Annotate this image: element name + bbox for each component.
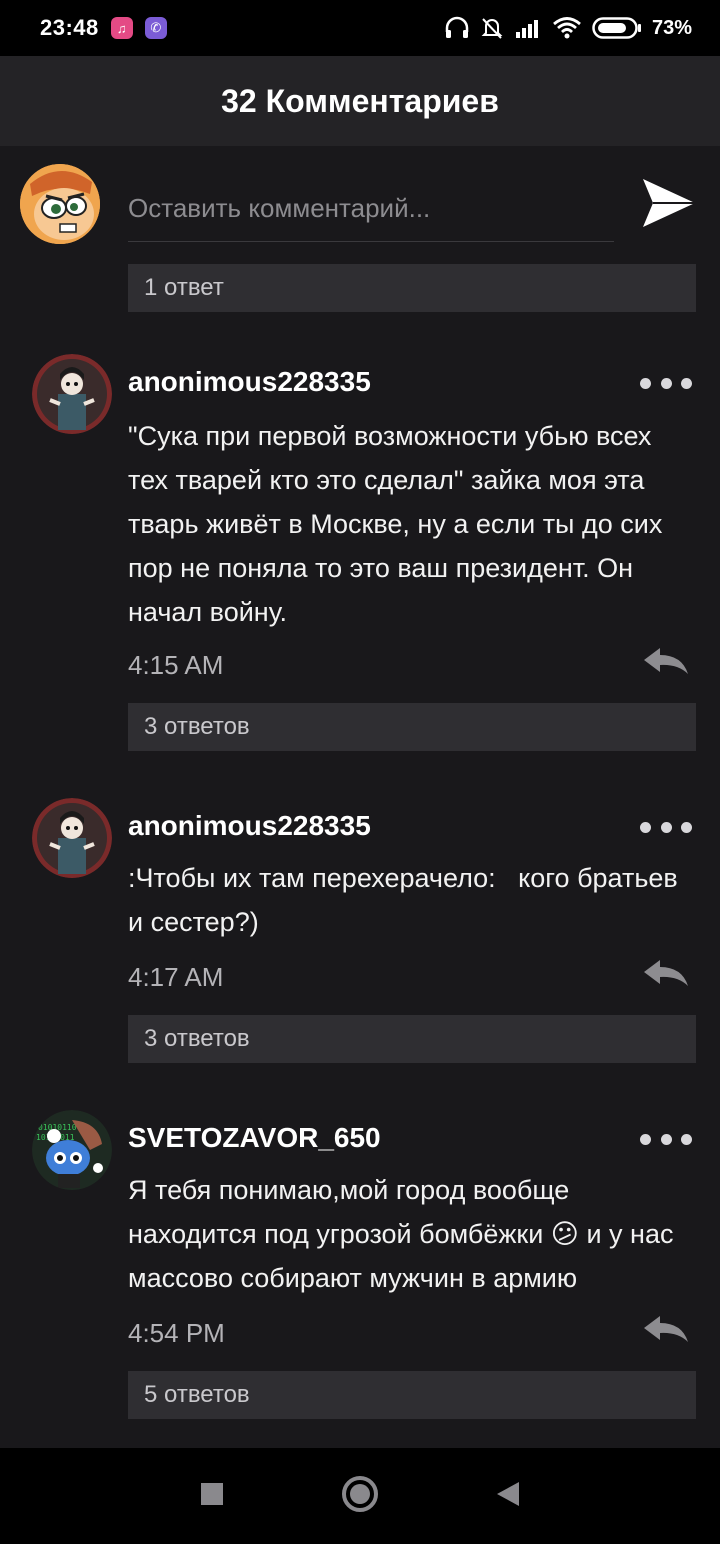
- comments-header: 32 Комментариев: [0, 56, 720, 146]
- recent-apps-button[interactable]: [188, 1472, 236, 1520]
- replies-bar[interactable]: 1 ответ: [128, 264, 696, 312]
- replies-bar[interactable]: 3 ответов: [128, 703, 696, 751]
- battery-percentage: 73%: [651, 16, 692, 39]
- replies-bar[interactable]: 5 ответов: [128, 1371, 696, 1419]
- back-icon: [495, 1480, 521, 1513]
- recent-apps-icon: [200, 1482, 224, 1511]
- system-nav-bar: [0, 1448, 720, 1544]
- comment-text: Я тебя понимаю,мой город вообще находитс…: [128, 1175, 674, 1293]
- battery-icon: [592, 16, 642, 40]
- back-button[interactable]: [484, 1472, 532, 1520]
- comment-username[interactable]: anonimous228335: [128, 366, 371, 398]
- home-button[interactable]: [336, 1472, 384, 1520]
- comment-username[interactable]: SVETOZAVOR_650: [128, 1122, 381, 1154]
- comment-username[interactable]: anonimous228335: [128, 810, 371, 842]
- headphones-icon: [444, 16, 470, 40]
- music-app-icon: ♫: [110, 17, 133, 39]
- viber-icon: ✆: [144, 17, 167, 39]
- more-options-icon[interactable]: [640, 1124, 692, 1154]
- comment-text: :Чтобы их там перехерачело: кого братьев…: [128, 863, 686, 937]
- comment-time: 4:17 AM: [128, 962, 224, 992]
- avatar[interactable]: 01010110 10101011: [32, 1110, 112, 1190]
- bell-muted-icon: [480, 16, 504, 40]
- more-options-icon[interactable]: [640, 368, 692, 398]
- avatar[interactable]: [32, 798, 112, 878]
- compose-area: [0, 146, 720, 256]
- comment-time: 4:54 PM: [128, 1318, 225, 1348]
- comment-text: "Сука при первой возможности убью всех т…: [128, 421, 663, 627]
- signal-icon: [514, 17, 542, 39]
- send-button[interactable]: [636, 172, 702, 238]
- status-indicators: 73%: [444, 16, 692, 40]
- wifi-icon: [552, 16, 582, 40]
- more-options-icon[interactable]: [640, 812, 692, 842]
- page-title: 32 Комментариев: [221, 82, 499, 119]
- avatar[interactable]: [32, 354, 112, 434]
- current-user-avatar[interactable]: [20, 164, 100, 244]
- status-time: 23:48: [40, 15, 99, 40]
- send-icon: [641, 177, 697, 234]
- reply-icon[interactable]: [642, 644, 690, 678]
- reply-icon[interactable]: [642, 956, 690, 990]
- replies-bar[interactable]: 3 ответов: [128, 1015, 696, 1063]
- status-bar: 23:48 ♫ ✆ 73%: [0, 0, 720, 56]
- comment-input[interactable]: [128, 176, 614, 242]
- home-icon: [340, 1474, 380, 1519]
- comment-time: 4:15 AM: [128, 650, 224, 680]
- reply-icon[interactable]: [642, 1312, 690, 1346]
